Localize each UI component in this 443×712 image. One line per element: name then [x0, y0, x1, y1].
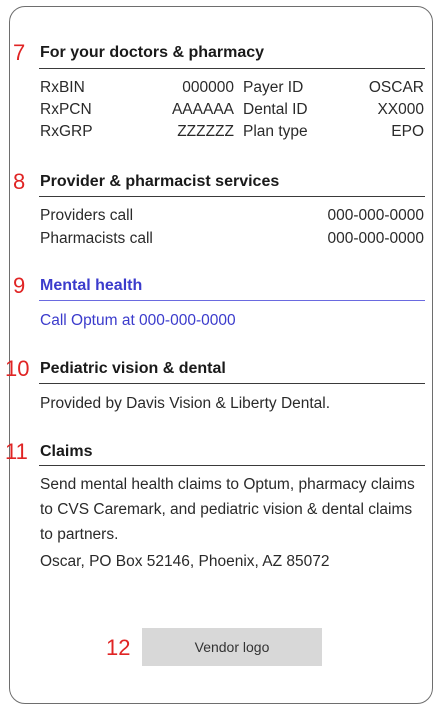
rxgrp-value: ZZZZZZ	[177, 123, 234, 140]
section-title-doctors-pharmacy: For your doctors & pharmacy	[40, 44, 265, 61]
section-divider	[39, 196, 425, 198]
marker-9: 9	[13, 273, 26, 298]
vendor-logo-placeholder: Vendor logo	[142, 628, 322, 666]
section-title-claims: Claims	[40, 443, 93, 460]
marker-11: 11	[5, 439, 28, 464]
marker-12: 12	[106, 635, 131, 660]
payer-id-value: OSCAR	[368, 79, 424, 96]
providers-call-label: Providers call	[40, 207, 134, 224]
marker-7: 7	[13, 40, 26, 65]
pediatric-provider-text: Provided by Davis Vision & Liberty Denta…	[40, 395, 331, 412]
rxpcn-value: AAAAAA	[171, 101, 234, 118]
dental-id-label: Dental ID	[243, 101, 308, 118]
rxgrp-label: RxGRP	[40, 123, 93, 140]
rxbin-value: 000000	[182, 79, 234, 96]
pharmacists-call-number: 000-000-0000	[327, 230, 424, 247]
section-title-provider-services: Provider & pharmacist services	[40, 173, 280, 190]
pharmacists-call-label: Pharmacists call	[40, 230, 153, 247]
rxbin-label: RxBIN	[40, 79, 85, 96]
plan-type-label: Plan type	[243, 123, 308, 140]
marker-10: 10	[5, 356, 30, 381]
vendor-logo-label: Vendor logo	[194, 639, 270, 655]
dental-id-value: XX000	[377, 101, 424, 118]
mental-health-contact: Call Optum at 000-000-0000	[40, 312, 236, 329]
marker-8: 8	[13, 169, 26, 194]
plan-type-value: EPO	[391, 123, 424, 140]
providers-call-number: 000-000-0000	[327, 207, 424, 224]
claims-instructions: Send mental health claims to Optum, phar…	[40, 476, 415, 543]
section-title-mental-health: Mental health	[40, 277, 143, 294]
section-title-pediatric: Pediatric vision & dental	[40, 360, 226, 377]
rxpcn-label: RxPCN	[40, 101, 92, 118]
payer-id-label: Payer ID	[243, 79, 304, 96]
section-divider	[39, 300, 425, 302]
section-divider	[39, 68, 425, 70]
section-divider	[39, 383, 425, 385]
claims-address: Oscar, PO Box 52146, Phoenix, AZ 85072	[40, 553, 330, 570]
section-divider	[39, 465, 425, 467]
